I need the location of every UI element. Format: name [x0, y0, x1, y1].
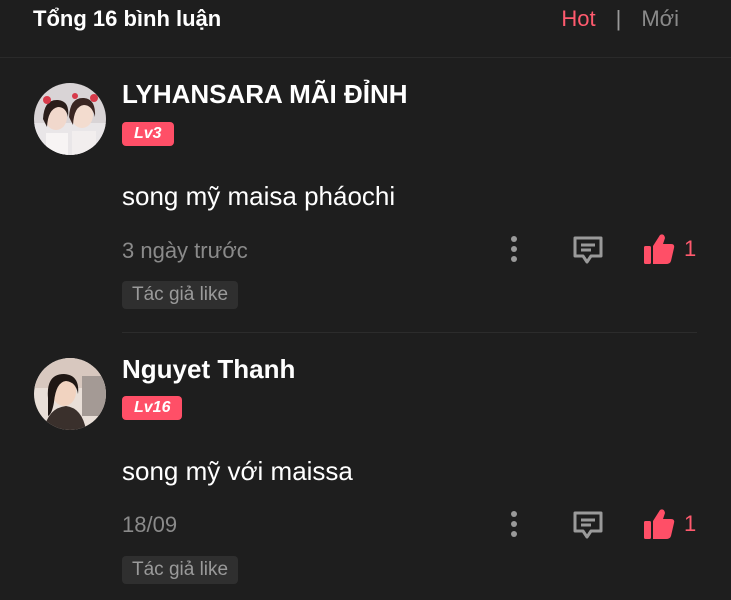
thumbs-up-icon [644, 509, 675, 539]
avatar[interactable] [34, 83, 106, 155]
thumbs-up-icon [644, 234, 675, 264]
like-count: 1 [684, 236, 697, 261]
author-like-tag: Tác giả like [122, 556, 239, 584]
like-button[interactable]: 1 [642, 506, 696, 542]
level-badge: Lv3 [122, 122, 174, 146]
reply-icon [573, 511, 603, 539]
sort-hot-tab[interactable]: Hot [561, 6, 595, 32]
reply-icon [573, 236, 603, 264]
comment-divider [122, 332, 697, 333]
username[interactable]: Nguyet Thanh [122, 354, 295, 385]
comment-time: 3 ngày trước [122, 238, 248, 263]
level-badge: Lv16 [122, 396, 183, 420]
sort-tabs: Hot | Mới [561, 6, 679, 32]
comments-header: Tổng 16 bình luận Hot | Mới [0, 0, 731, 58]
reply-button[interactable] [570, 507, 606, 543]
more-vertical-icon [511, 236, 517, 262]
comment-text: song mỹ với maissa [122, 456, 353, 486]
comment-text: song mỹ maisa pháochi [122, 181, 396, 211]
comment-count-title: Tổng 16 bình luận [33, 6, 222, 31]
author-like-tag: Tác giả like [122, 281, 239, 309]
more-options-button[interactable] [500, 233, 528, 265]
avatar[interactable] [34, 358, 106, 430]
comment-time: 18/09 [122, 512, 178, 537]
like-button[interactable]: 1 [642, 231, 696, 267]
like-count: 1 [684, 511, 697, 536]
username[interactable]: LYHANSARA MÃI ĐỈNH [122, 79, 408, 110]
more-options-button[interactable] [500, 508, 528, 540]
reply-button[interactable] [570, 232, 606, 268]
more-vertical-icon [511, 511, 517, 537]
sort-new-tab[interactable]: Mới [641, 6, 679, 32]
sort-separator: | [615, 6, 622, 31]
